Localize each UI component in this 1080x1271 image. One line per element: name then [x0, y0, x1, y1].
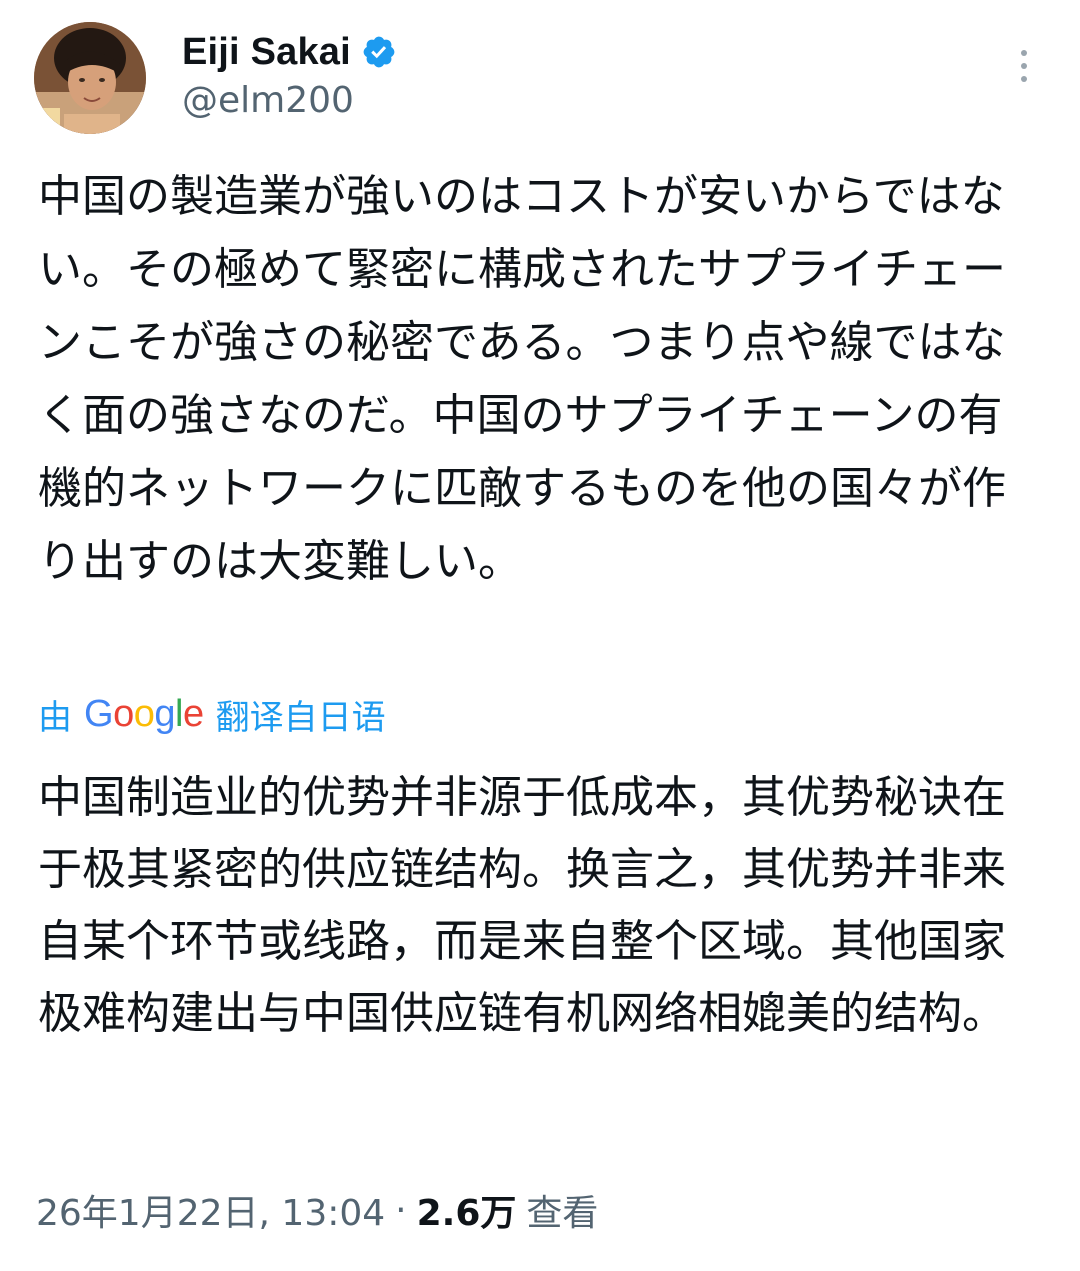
more-vertical-icon[interactable]: [1006, 44, 1042, 88]
views-count: 2.6万: [416, 1193, 517, 1234]
more-dot: [1021, 63, 1027, 69]
avatar[interactable]: [34, 22, 146, 134]
google-logo: Google: [84, 692, 204, 735]
author-handle[interactable]: @elm200: [182, 80, 354, 121]
tweet-text: 中国の製造業が強いのはコストが安いからではない。その極めて緊密に構成されたサプラ…: [38, 171, 1006, 587]
author-name-row[interactable]: Eiji Sakai: [182, 30, 397, 74]
translation-attribution[interactable]: 由 Google 翻译自日语: [38, 690, 386, 738]
author-display-name[interactable]: Eiji Sakai: [182, 31, 351, 74]
more-dot: [1021, 50, 1027, 56]
tweet-timestamp[interactable]: 26年1月22日, 13:04: [36, 1184, 385, 1236]
more-dot: [1021, 76, 1027, 82]
views-label: 查看: [526, 1193, 599, 1234]
tweet-meta: 26年1月22日, 13:04 · 2.6万 查看: [36, 1182, 598, 1238]
verified-badge-icon[interactable]: [361, 34, 397, 70]
meta-separator: ·: [395, 1189, 407, 1231]
translated-text: 中国制造业的优势并非源于低成本，其优势秘诀在于极其紧密的供应链结构。换言之，其优…: [38, 772, 1006, 1039]
translation-suffix: 翻译自日语: [215, 697, 386, 738]
tweet-header: Eiji Sakai @elm200: [0, 0, 1080, 150]
translation-prefix: 由: [38, 697, 72, 738]
